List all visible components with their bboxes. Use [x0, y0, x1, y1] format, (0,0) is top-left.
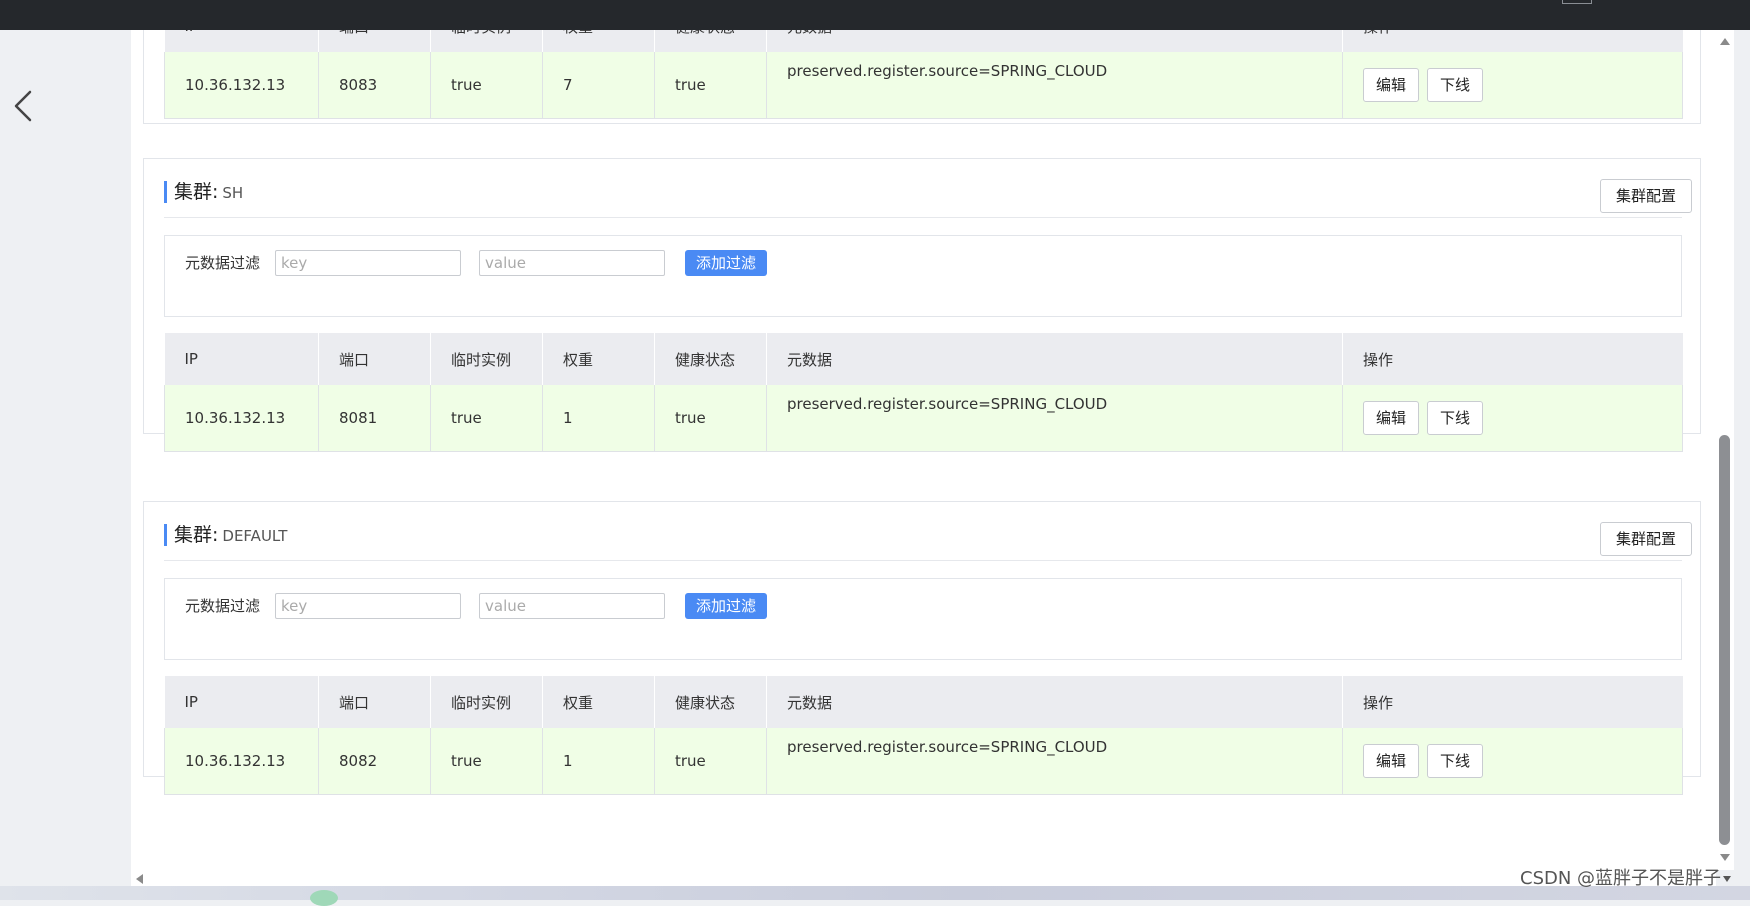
- cluster-list-content: IP 端口 临时实例 权重 健康状态 元数据 操作 10.36.132.13 8…: [131, 30, 1716, 870]
- col-metadata: 元数据: [766, 333, 1343, 385]
- cluster-card-sh: 集群:SH 集群配置 元数据过滤 添加过滤 IP 端口 临时实例 权重 健康状态…: [143, 158, 1701, 452]
- filter-key-input[interactable]: [275, 250, 461, 276]
- cell-ip: 10.36.132.13: [164, 728, 319, 795]
- divider: [164, 560, 1682, 561]
- table-row: 10.36.132.13 8083 true 7 true preserved.…: [164, 52, 1683, 119]
- instance-table-sh: IP 端口 临时实例 权重 健康状态 元数据 操作 10.36.132.13 8…: [164, 333, 1683, 452]
- cell-weight: 1: [542, 385, 655, 452]
- table-header-row: IP 端口 临时实例 权重 健康状态 元数据 操作: [164, 333, 1683, 385]
- col-ephemeral: 临时实例: [430, 30, 543, 52]
- cell-ephemeral: true: [430, 728, 543, 795]
- cell-ip: 10.36.132.13: [164, 52, 319, 119]
- scroll-down-icon[interactable]: [1720, 854, 1730, 861]
- divider: [164, 217, 1682, 218]
- cluster-title: 集群: SH: [164, 181, 243, 203]
- col-port: 端口: [318, 676, 431, 728]
- cell-metadata: preserved.register.source=SPRING_CLOUD: [766, 728, 1343, 795]
- col-weight: 权重: [542, 676, 655, 728]
- cell-healthy: true: [654, 385, 767, 452]
- metadata-filter-box: 元数据过滤 添加过滤: [164, 578, 1682, 660]
- instance-table-default: IP 端口 临时实例 权重 健康状态 元数据 操作 10.36.132.13 8…: [164, 676, 1683, 795]
- offline-button[interactable]: 下线: [1427, 743, 1484, 778]
- scroll-left-icon[interactable]: [136, 874, 143, 884]
- cluster-prefix: 集群:: [174, 524, 219, 546]
- csdn-watermark: CSDN @蓝胖子不是胖子: [1520, 864, 1732, 890]
- cluster-config-button[interactable]: 集群配置: [1600, 522, 1692, 556]
- cell-ephemeral: true: [430, 52, 543, 119]
- add-filter-button[interactable]: 添加过滤: [685, 250, 767, 276]
- left-panel: [0, 30, 131, 870]
- filter-label: 元数据过滤: [185, 254, 261, 272]
- cell-healthy: true: [654, 728, 767, 795]
- vertical-scrollbar[interactable]: [1716, 30, 1734, 870]
- col-port: 端口: [318, 30, 431, 52]
- cluster-title: 集群: DEFAULT: [164, 524, 287, 546]
- table-row: 10.36.132.13 8082 true 1 true preserved.…: [164, 728, 1683, 795]
- cell-ops: 编辑 下线: [1342, 728, 1683, 795]
- offline-button[interactable]: 下线: [1427, 400, 1484, 435]
- cluster-card-0: IP 端口 临时实例 权重 健康状态 元数据 操作 10.36.132.13 8…: [143, 30, 1701, 124]
- col-metadata: 元数据: [766, 30, 1343, 52]
- col-ephemeral: 临时实例: [430, 676, 543, 728]
- add-filter-button[interactable]: 添加过滤: [685, 593, 767, 619]
- top-bar-widget: [1562, 0, 1592, 4]
- cell-ephemeral: true: [430, 385, 543, 452]
- filter-label: 元数据过滤: [185, 597, 261, 615]
- table-row: 10.36.132.13 8081 true 1 true preserved.…: [164, 385, 1683, 452]
- horizontal-scrollbar[interactable]: [131, 870, 1716, 886]
- cell-port: 8081: [318, 385, 431, 452]
- filter-key-input[interactable]: [275, 593, 461, 619]
- col-ip: IP: [164, 676, 319, 728]
- col-weight: 权重: [542, 30, 655, 52]
- chevron-left-icon[interactable]: [8, 88, 38, 124]
- edit-button[interactable]: 编辑: [1363, 400, 1420, 435]
- col-ops: 操作: [1342, 676, 1683, 728]
- col-port: 端口: [318, 333, 431, 385]
- col-ip: IP: [164, 30, 319, 52]
- cell-port: 8082: [318, 728, 431, 795]
- cell-weight: 1: [542, 728, 655, 795]
- filter-value-input[interactable]: [479, 250, 665, 276]
- cell-ip: 10.36.132.13: [164, 385, 319, 452]
- caret-down-icon: [1723, 876, 1732, 882]
- col-healthy: 健康状态: [654, 676, 767, 728]
- col-healthy: 健康状态: [654, 333, 767, 385]
- edit-button[interactable]: 编辑: [1363, 67, 1420, 102]
- offline-button[interactable]: 下线: [1427, 67, 1484, 102]
- cluster-config-button[interactable]: 集群配置: [1600, 179, 1692, 213]
- browser-top-bar: [0, 0, 1750, 30]
- metadata-filter-box: 元数据过滤 添加过滤: [164, 235, 1682, 317]
- col-metadata: 元数据: [766, 676, 1343, 728]
- scroll-up-icon[interactable]: [1720, 38, 1730, 45]
- cell-healthy: true: [654, 52, 767, 119]
- cluster-name: DEFAULT: [222, 527, 288, 545]
- cell-metadata: preserved.register.source=SPRING_CLOUD: [766, 385, 1343, 452]
- scrollbar-thumb[interactable]: [1719, 435, 1730, 845]
- edit-button[interactable]: 编辑: [1363, 743, 1420, 778]
- cell-weight: 7: [542, 52, 655, 119]
- col-ip: IP: [164, 333, 319, 385]
- cell-port: 8083: [318, 52, 431, 119]
- cluster-prefix: 集群:: [174, 181, 219, 203]
- col-healthy: 健康状态: [654, 30, 767, 52]
- table-header-row: IP 端口 临时实例 权重 健康状态 元数据 操作: [164, 676, 1683, 728]
- cell-metadata: preserved.register.source=SPRING_CLOUD: [766, 52, 1343, 119]
- cluster-card-default: 集群:DEFAULT 集群配置 元数据过滤 添加过滤 IP 端口 临时实例 权重…: [143, 501, 1701, 795]
- instance-table-0: IP 端口 临时实例 权重 健康状态 元数据 操作 10.36.132.13 8…: [164, 30, 1683, 119]
- taskbar-app-icon[interactable]: [310, 890, 338, 906]
- col-ephemeral: 临时实例: [430, 333, 543, 385]
- col-ops: 操作: [1342, 30, 1683, 52]
- watermark-text: CSDN @蓝胖子不是胖子: [1520, 868, 1722, 889]
- table-header-row: IP 端口 临时实例 权重 健康状态 元数据 操作: [164, 30, 1683, 52]
- cell-ops: 编辑 下线: [1342, 52, 1683, 119]
- col-weight: 权重: [542, 333, 655, 385]
- cluster-name: SH: [222, 184, 244, 202]
- col-ops: 操作: [1342, 333, 1683, 385]
- cell-ops: 编辑 下线: [1342, 385, 1683, 452]
- os-taskbar: [0, 886, 1750, 906]
- filter-value-input[interactable]: [479, 593, 665, 619]
